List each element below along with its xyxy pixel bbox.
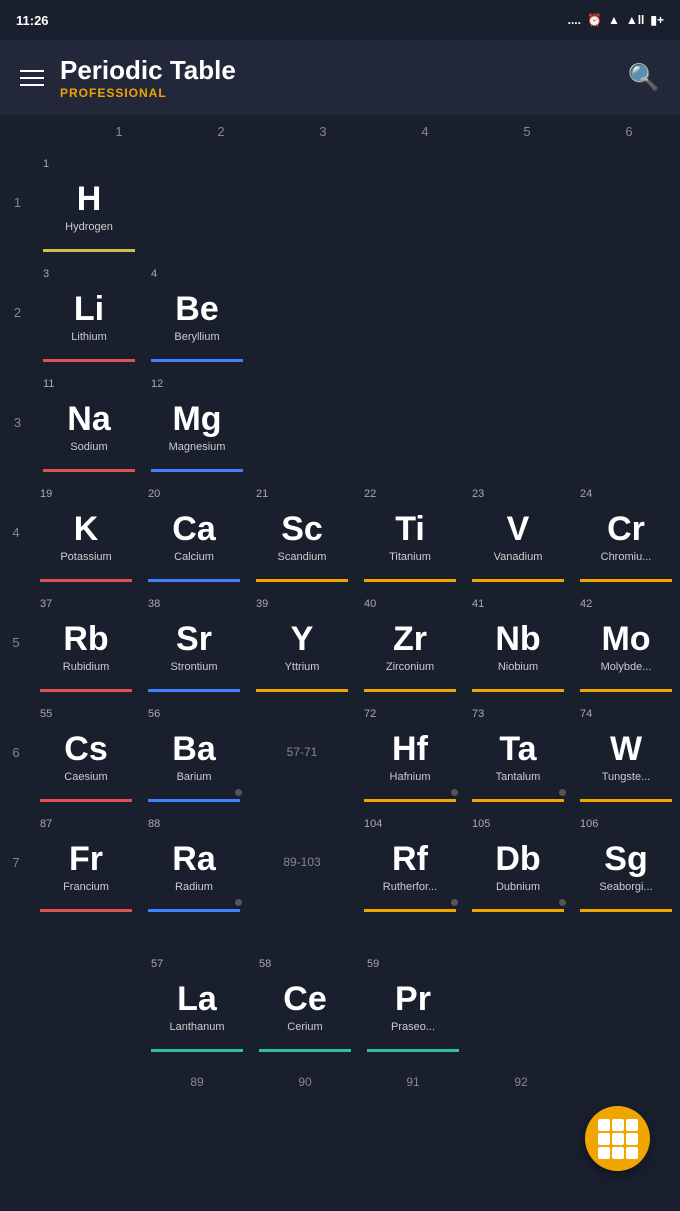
element-Ba[interactable]: 56 Ba Barium xyxy=(140,702,248,802)
element-Pr[interactable]: 59 Pr Praseo... xyxy=(359,952,467,1052)
element-K[interactable]: 19 K Potassium xyxy=(32,482,140,582)
pt-row-1: 1 1 H Hydrogen xyxy=(0,147,680,257)
element-W[interactable]: 74 W Tungste... xyxy=(572,702,680,802)
element-La[interactable]: 57 La Lanthanum xyxy=(143,952,251,1052)
signal-icon: .... xyxy=(568,13,581,27)
element-Cr[interactable]: 24 Cr Chromiu... xyxy=(572,482,680,582)
col-header-4: 4 xyxy=(374,124,476,139)
col-header-1: 1 xyxy=(68,124,170,139)
row-num-7: 7 xyxy=(0,855,32,870)
element-Sr[interactable]: 38 Sr Strontium xyxy=(140,592,248,692)
element-Nb[interactable]: 41 Nb Niobium xyxy=(464,592,572,692)
app-header: Periodic Table PROFESSIONAL 🔍 xyxy=(0,40,680,115)
element-Ce[interactable]: 58 Ce Cerium xyxy=(251,952,359,1052)
element-Hf[interactable]: 72 Hf Hafnium xyxy=(356,702,464,802)
app-subtitle: PROFESSIONAL xyxy=(60,86,236,100)
pt-row-2: 2 3 Li Lithium 4 Be Beryllium xyxy=(0,257,680,367)
element-H[interactable]: 1 H Hydrogen xyxy=(35,152,143,252)
row-num-5: 5 xyxy=(0,635,32,650)
element-Ti[interactable]: 22 Ti Titanium xyxy=(356,482,464,582)
row-num-2: 2 xyxy=(0,305,35,320)
col-header-5: 5 xyxy=(476,124,578,139)
element-Be[interactable]: 4 Be Beryllium xyxy=(143,262,251,362)
col-header-6: 6 xyxy=(578,124,680,139)
row-num-6: 6 xyxy=(0,745,32,760)
row-num-4: 4 xyxy=(0,525,32,540)
element-Sg[interactable]: 106 Sg Seaborgi... xyxy=(572,812,680,912)
pt-row-6: 6 55 Cs Caesium 56 Ba Barium 57-71 72 Hf… xyxy=(0,697,680,807)
element-Ca[interactable]: 20 Ca Calcium xyxy=(140,482,248,582)
element-Cs[interactable]: 55 Cs Caesium xyxy=(32,702,140,802)
column-headers: 1 2 3 4 5 6 xyxy=(0,115,680,147)
pt-row-5: 5 37 Rb Rubidium 38 Sr Strontium 39 Y Yt… xyxy=(0,587,680,697)
status-icons: .... ⏰ ▲ ▲ll ▮+ xyxy=(568,13,664,27)
element-Ra[interactable]: 88 Ra Radium xyxy=(140,812,248,912)
lanthanide-row: 57 La Lanthanum 58 Ce Cerium 59 Pr Prase… xyxy=(0,947,680,1057)
status-time: 11:26 xyxy=(16,13,49,28)
lanthanide-gap-label: 57-71 xyxy=(248,702,356,802)
element-Zr[interactable]: 40 Zr Zirconium xyxy=(356,592,464,692)
search-button[interactable]: 🔍 xyxy=(628,62,660,93)
element-Mo[interactable]: 42 Mo Molybde... xyxy=(572,592,680,692)
row-num-3: 3 xyxy=(0,415,35,430)
col-header-3: 3 xyxy=(272,124,374,139)
element-Fr[interactable]: 87 Fr Francium xyxy=(32,812,140,912)
element-Db[interactable]: 105 Db Dubnium xyxy=(464,812,572,912)
element-Y[interactable]: 39 Y Yttrium xyxy=(248,592,356,692)
element-Rf[interactable]: 104 Rf Rutherfor... xyxy=(356,812,464,912)
battery-icon: ▮+ xyxy=(650,13,664,27)
alarm-icon: ⏰ xyxy=(587,13,602,27)
element-Rb[interactable]: 37 Rb Rubidium xyxy=(32,592,140,692)
app-title: Periodic Table xyxy=(60,55,236,86)
fab-grid-icon xyxy=(598,1119,638,1159)
status-bar: 11:26 .... ⏰ ▲ ▲ll ▮+ xyxy=(0,0,680,40)
element-V[interactable]: 23 V Vanadium xyxy=(464,482,572,582)
pt-row-4: 4 19 K Potassium 20 Ca Calcium 21 Sc Sca… xyxy=(0,477,680,587)
pt-row-7: 7 87 Fr Francium 88 Ra Radium 89-103 104… xyxy=(0,807,680,917)
element-Li[interactable]: 3 Li Lithium xyxy=(35,262,143,362)
row-num-1: 1 xyxy=(0,195,35,210)
actinide-row: 89 90 91 92 xyxy=(0,1057,680,1107)
element-Mg[interactable]: 12 Mg Magnesium xyxy=(143,372,251,472)
periodic-table-area: 1 2 3 4 5 6 1 1 H Hydrogen 2 3 Li Lithiu… xyxy=(0,115,680,1107)
element-Sc[interactable]: 21 Sc Scandium xyxy=(248,482,356,582)
network-icon: ▲ll xyxy=(626,13,645,27)
menu-button[interactable] xyxy=(20,70,44,86)
element-Ta[interactable]: 73 Ta Tantalum xyxy=(464,702,572,802)
fab-button[interactable] xyxy=(585,1106,650,1171)
pt-row-3: 3 11 Na Sodium 12 Mg Magnesium xyxy=(0,367,680,477)
col-header-2: 2 xyxy=(170,124,272,139)
actinide-gap-label: 89-103 xyxy=(248,812,356,912)
element-Na[interactable]: 11 Na Sodium xyxy=(35,372,143,472)
wifi-icon: ▲ xyxy=(608,13,620,27)
